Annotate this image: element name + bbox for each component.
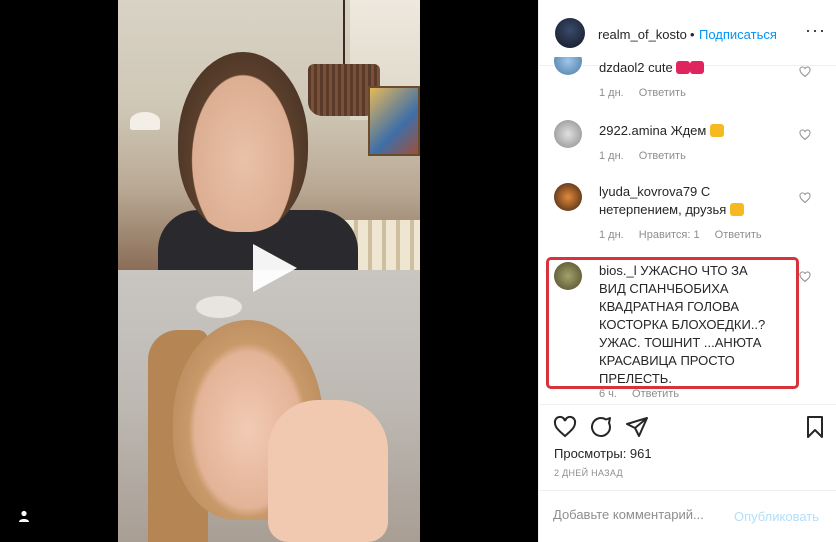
heart-icon[interactable] <box>799 129 811 141</box>
comment-age: 1 дн. <box>599 87 624 99</box>
comment-text: Ждем <box>670 123 707 138</box>
bookmark-icon[interactable] <box>803 415 827 439</box>
emoji <box>729 203 744 216</box>
comment-input[interactable] <box>553 507 713 522</box>
heart-emoji <box>690 61 705 74</box>
comment-age: 1 дн. <box>599 150 624 162</box>
user-icon[interactable] <box>17 509 31 523</box>
header-separator: • <box>690 27 695 42</box>
comment-username[interactable]: dzdaol2 <box>599 60 645 75</box>
post-username[interactable]: realm_of_kosto <box>598 27 687 42</box>
comment-username[interactable]: 2922.amina <box>599 123 667 138</box>
comment-username[interactable]: lyuda_kovrova79 <box>599 184 697 199</box>
comment-age: 1 дн. <box>599 229 624 241</box>
comment-age: 6 ч. <box>599 388 617 400</box>
heart-emoji <box>676 61 691 74</box>
heart-icon[interactable] <box>799 192 811 204</box>
reply-button[interactable]: Ответить <box>639 150 686 162</box>
views-count[interactable]: Просмотры: 961 <box>554 446 652 461</box>
comment-icon[interactable] <box>589 415 613 439</box>
post-date: 2 ДНЕЙ НАЗАД <box>554 468 623 478</box>
heart-icon[interactable] <box>799 271 811 283</box>
reply-button[interactable]: Ответить <box>639 87 686 99</box>
emoji <box>709 124 724 137</box>
share-icon[interactable] <box>625 415 649 439</box>
comment-likes[interactable]: Нравится: 1 <box>639 229 700 241</box>
play-icon <box>253 244 297 292</box>
play-button[interactable] <box>245 240 301 296</box>
add-comment-bar: Опубликовать <box>539 490 836 542</box>
avatar[interactable] <box>554 57 582 75</box>
video-frame-top <box>118 0 420 270</box>
avatar[interactable] <box>555 18 585 48</box>
avatar[interactable] <box>554 183 582 211</box>
heart-icon[interactable] <box>799 66 811 78</box>
publish-button[interactable]: Опубликовать <box>734 509 819 524</box>
heart-icon[interactable] <box>553 415 577 439</box>
reply-button[interactable]: Ответить <box>632 388 679 400</box>
post-actions <box>539 404 836 444</box>
waving-hand <box>268 400 388 542</box>
avatar[interactable] <box>554 120 582 148</box>
comment-text: cute <box>648 60 673 75</box>
follow-button[interactable]: Подписаться <box>699 27 777 42</box>
highlight-box <box>546 257 799 389</box>
reply-button[interactable]: Ответить <box>715 229 762 241</box>
more-options-button[interactable]: ··· <box>805 20 826 41</box>
painting <box>368 86 420 156</box>
instagram-post-viewer: realm_of_kosto • Подписаться ··· dzdaol2… <box>0 0 836 542</box>
person-top <box>178 52 308 232</box>
